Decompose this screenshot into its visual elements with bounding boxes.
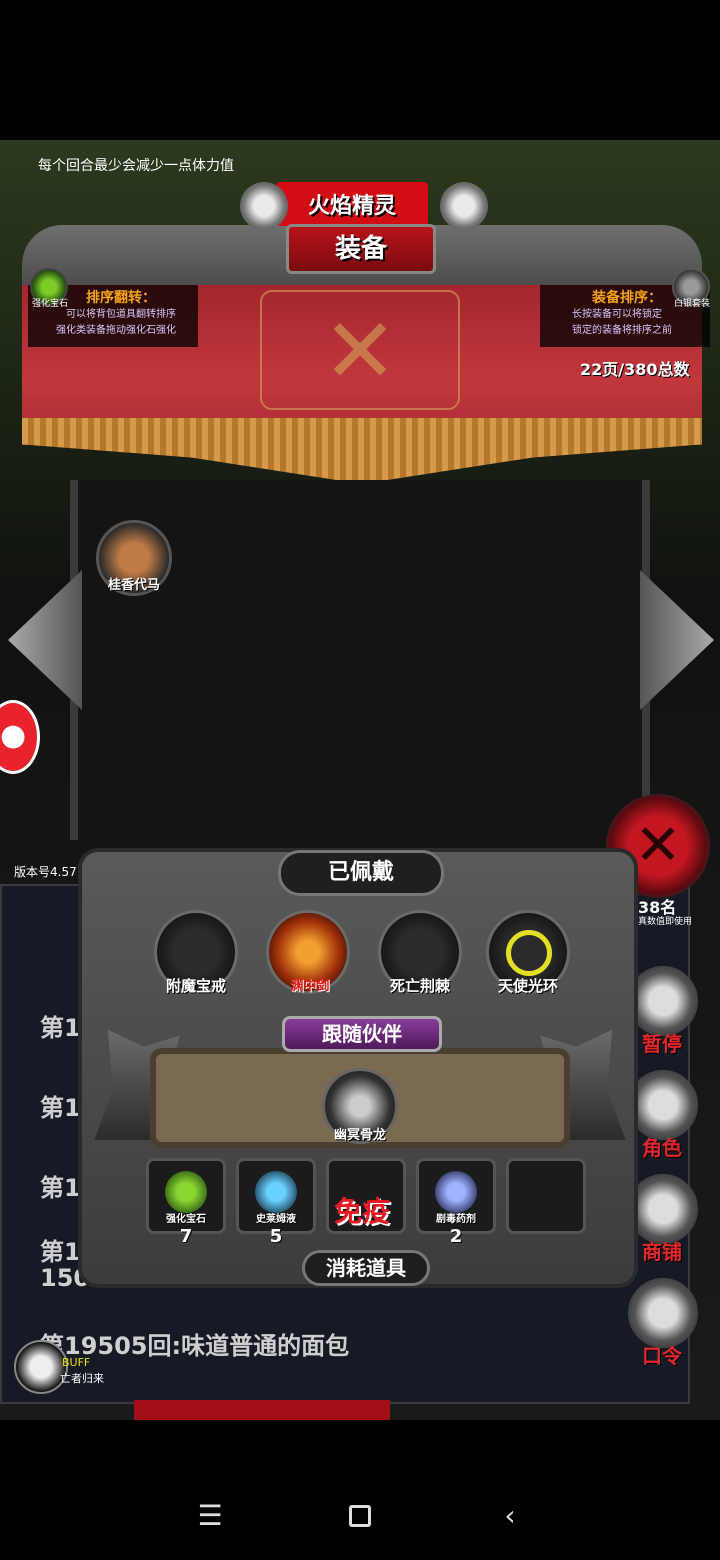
- gem-icon: [165, 1171, 207, 1213]
- navigation-bar: [0, 1420, 720, 1560]
- partner-label: 幽冥骨龙: [333, 1128, 386, 1143]
- ring-slot-label: 附魔宝戒: [165, 977, 226, 995]
- consumable-count: 7: [179, 1226, 193, 1247]
- consumable-count: 5: [269, 1226, 283, 1247]
- menu-icon[interactable]: ☰: [190, 1496, 230, 1536]
- buff-sub-label: 亡者归来: [60, 1372, 104, 1385]
- thorn-slot-label: 死亡荆棘: [389, 977, 450, 995]
- sword-slot-label: 渊中剑: [290, 979, 330, 994]
- sort-flip-line2: 强化类装备拖动强化石强化: [56, 325, 176, 336]
- rank-sub: 真数值即使用: [638, 917, 693, 927]
- page-count: 22页/380总数: [580, 360, 690, 379]
- skull-ornament-left-icon: [240, 182, 288, 230]
- gem-icon-label: 强化宝石: [32, 299, 69, 309]
- log-line: 第1: [40, 1014, 81, 1042]
- pet-label: 桂香代马: [107, 578, 160, 593]
- partner-header: 跟随伙伴: [282, 1016, 442, 1052]
- status-bar: [0, 0, 720, 140]
- character-button-label[interactable]: 角色: [632, 1132, 692, 1161]
- equip-sort-line1: 长按装备可以将锁定: [572, 309, 662, 320]
- pause-dice-icon[interactable]: [628, 966, 698, 1036]
- character-hood-icon[interactable]: [628, 1070, 698, 1140]
- progress-bar: [134, 1400, 390, 1420]
- equipment-plaque: 装备: [286, 224, 436, 274]
- halo-icon: [506, 930, 552, 976]
- halo-slot-label: 天使光环: [497, 977, 558, 995]
- pause-button-label[interactable]: 暂停: [632, 1028, 692, 1057]
- user-icon: ●: [0, 718, 27, 753]
- code-button-label[interactable]: 口令: [632, 1340, 692, 1369]
- back-icon[interactable]: ‹: [490, 1496, 530, 1536]
- potion-icon: [255, 1171, 297, 1213]
- consumable-count: 2: [449, 1226, 463, 1247]
- version-label: 版本号4.57: [14, 865, 77, 879]
- consumables-header: 消耗道具: [302, 1250, 430, 1286]
- equip-sort-line2: 锁定的装备将排序之前: [572, 325, 672, 336]
- immune-label: 免疫: [333, 1195, 390, 1228]
- tip-text: 每个回合最少会减少一点体力值: [38, 158, 234, 174]
- worn-header: 已佩戴: [278, 850, 444, 896]
- code-book-icon[interactable]: [628, 1278, 698, 1348]
- sort-flip-line1: 可以将背包道具翻转排序: [66, 309, 176, 320]
- poison-bottle-icon: [435, 1171, 477, 1213]
- consumable-label: 史莱姆液: [256, 1214, 296, 1225]
- home-icon[interactable]: [349, 1505, 371, 1527]
- consumable-label: 剧毒药剂: [436, 1214, 476, 1225]
- buff-label: BUFF: [62, 1356, 91, 1369]
- shop-icon[interactable]: [628, 1174, 698, 1244]
- shop-button-label[interactable]: 商铺: [632, 1236, 692, 1265]
- crest-icon: [260, 290, 460, 410]
- title-badge-text: 火焰精灵: [307, 194, 396, 219]
- log-line: 第1: [40, 1238, 81, 1266]
- skull-ornament-right-icon: [440, 182, 488, 230]
- consumable-slot-empty[interactable]: [506, 1158, 586, 1234]
- consumable-label: 强化宝石: [166, 1214, 206, 1225]
- armor-icon-label: 白银套装: [674, 299, 711, 309]
